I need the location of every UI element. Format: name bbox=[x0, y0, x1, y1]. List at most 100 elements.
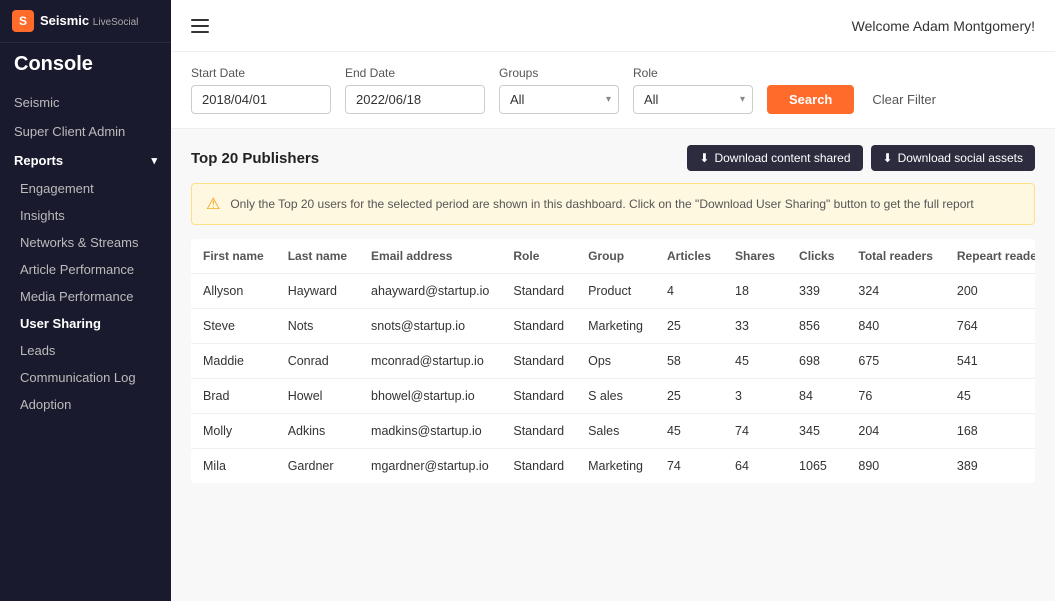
sidebar-item-networks-streams[interactable]: Networks & Streams bbox=[0, 229, 171, 256]
search-button[interactable]: Search bbox=[767, 85, 854, 114]
cell-repeat-readers: 389 bbox=[945, 449, 1035, 484]
sidebar-nav: Seismic Super Client Admin Reports ▾ Eng… bbox=[0, 84, 171, 601]
cell-email: snots@startup.io bbox=[359, 309, 501, 344]
cell-last-name: Howel bbox=[276, 379, 359, 414]
sidebar-item-reports[interactable]: Reports ▾ bbox=[0, 146, 171, 175]
hamburger-menu[interactable] bbox=[191, 19, 209, 33]
end-date-input[interactable] bbox=[345, 85, 485, 114]
sidebar-item-super-client-admin[interactable]: Super Client Admin bbox=[0, 117, 171, 146]
sidebar-item-insights[interactable]: Insights bbox=[0, 202, 171, 229]
cell-last-name: Adkins bbox=[276, 414, 359, 449]
cell-role: Standard bbox=[501, 274, 576, 309]
sidebar-item-engagement[interactable]: Engagement bbox=[0, 175, 171, 202]
cell-last-name: Gardner bbox=[276, 449, 359, 484]
cell-clicks: 856 bbox=[787, 309, 846, 344]
cell-total-readers: 890 bbox=[846, 449, 944, 484]
cell-role: Standard bbox=[501, 379, 576, 414]
cell-email: ahayward@startup.io bbox=[359, 274, 501, 309]
logo-area: S Seismic LiveSocial bbox=[0, 0, 171, 43]
cell-email: madkins@startup.io bbox=[359, 414, 501, 449]
cell-role: Standard bbox=[501, 414, 576, 449]
cell-last-name: Conrad bbox=[276, 344, 359, 379]
col-clicks: Clicks bbox=[787, 239, 846, 274]
table-row: MilaGardnermgardner@startup.ioStandardMa… bbox=[191, 449, 1035, 484]
console-title: Console bbox=[0, 43, 171, 84]
cell-repeat-readers: 764 bbox=[945, 309, 1035, 344]
table-header: First name Last name Email address Role … bbox=[191, 239, 1035, 274]
cell-group: Marketing bbox=[576, 449, 655, 484]
sidebar-item-article-performance[interactable]: Article Performance bbox=[0, 256, 171, 283]
sidebar-item-seismic[interactable]: Seismic bbox=[0, 88, 171, 117]
cell-total-readers: 675 bbox=[846, 344, 944, 379]
col-role: Role bbox=[501, 239, 576, 274]
groups-select[interactable]: All bbox=[499, 85, 619, 114]
sidebar-reports-label: Reports bbox=[14, 153, 63, 168]
sidebar-item-user-sharing[interactable]: User Sharing bbox=[0, 310, 171, 337]
cell-role: Standard bbox=[501, 449, 576, 484]
cell-group: Product bbox=[576, 274, 655, 309]
cell-clicks: 84 bbox=[787, 379, 846, 414]
groups-select-wrapper: All ▾ bbox=[499, 85, 619, 114]
warning-icon: ⚠ bbox=[206, 194, 220, 214]
sidebar-item-adoption[interactable]: Adoption bbox=[0, 391, 171, 418]
col-articles: Articles bbox=[655, 239, 723, 274]
top-publishers-label: Top 20 Publishers bbox=[191, 150, 319, 167]
cell-email: mconrad@startup.io bbox=[359, 344, 501, 379]
cell-clicks: 1065 bbox=[787, 449, 846, 484]
col-repeat-readers: Repeart readers bbox=[945, 239, 1035, 274]
cell-shares: 45 bbox=[723, 344, 787, 379]
sidebar-item-communication-log[interactable]: Communication Log bbox=[0, 364, 171, 391]
col-email: Email address bbox=[359, 239, 501, 274]
content-top-row: Top 20 Publishers ⬇ Download content sha… bbox=[191, 145, 1035, 171]
cell-first-name: Maddie bbox=[191, 344, 276, 379]
cell-group: Marketing bbox=[576, 309, 655, 344]
cell-clicks: 698 bbox=[787, 344, 846, 379]
cell-first-name: Steve bbox=[191, 309, 276, 344]
table-row: BradHowelbhowel@startup.ioStandardS ales… bbox=[191, 379, 1035, 414]
table-body: AllysonHaywardahayward@startup.ioStandar… bbox=[191, 274, 1035, 484]
cell-articles: 45 bbox=[655, 414, 723, 449]
download-content-label: Download content shared bbox=[714, 151, 850, 165]
welcome-message: Welcome Adam Montgomery! bbox=[852, 18, 1035, 34]
cell-first-name: Brad bbox=[191, 379, 276, 414]
main-content: Welcome Adam Montgomery! Start Date End … bbox=[171, 0, 1055, 601]
warning-text: Only the Top 20 users for the selected p… bbox=[230, 197, 973, 211]
download-social-button[interactable]: ⬇ Download social assets bbox=[871, 145, 1035, 171]
brand-name: Seismic LiveSocial bbox=[40, 13, 138, 29]
cell-group: Sales bbox=[576, 414, 655, 449]
cell-shares: 74 bbox=[723, 414, 787, 449]
cell-repeat-readers: 45 bbox=[945, 379, 1035, 414]
cell-total-readers: 324 bbox=[846, 274, 944, 309]
sidebar: S Seismic LiveSocial Console Seismic Sup… bbox=[0, 0, 171, 601]
publishers-table: First name Last name Email address Role … bbox=[191, 239, 1035, 483]
cell-shares: 18 bbox=[723, 274, 787, 309]
cell-group: Ops bbox=[576, 344, 655, 379]
download-content-icon: ⬇ bbox=[699, 151, 709, 165]
sidebar-seismic-label: Seismic bbox=[14, 95, 60, 110]
cell-last-name: Nots bbox=[276, 309, 359, 344]
top-bar: Welcome Adam Montgomery! bbox=[171, 0, 1055, 52]
table-header-row: First name Last name Email address Role … bbox=[191, 239, 1035, 274]
sidebar-item-leads[interactable]: Leads bbox=[0, 337, 171, 364]
download-content-button[interactable]: ⬇ Download content shared bbox=[687, 145, 862, 171]
role-select[interactable]: All bbox=[633, 85, 753, 114]
sidebar-item-media-performance[interactable]: Media Performance bbox=[0, 283, 171, 310]
cell-articles: 58 bbox=[655, 344, 723, 379]
chevron-down-icon: ▾ bbox=[151, 154, 157, 167]
cell-repeat-readers: 168 bbox=[945, 414, 1035, 449]
clear-filter-button[interactable]: Clear Filter bbox=[868, 85, 940, 114]
start-date-input[interactable] bbox=[191, 85, 331, 114]
cell-articles: 74 bbox=[655, 449, 723, 484]
cell-role: Standard bbox=[501, 344, 576, 379]
cell-last-name: Hayward bbox=[276, 274, 359, 309]
col-shares: Shares bbox=[723, 239, 787, 274]
cell-email: mgardner@startup.io bbox=[359, 449, 501, 484]
role-group: Role All ▾ bbox=[633, 66, 753, 114]
cell-first-name: Molly bbox=[191, 414, 276, 449]
cell-articles: 25 bbox=[655, 309, 723, 344]
role-select-wrapper: All ▾ bbox=[633, 85, 753, 114]
sidebar-super-client-label: Super Client Admin bbox=[14, 124, 125, 139]
table-row: AllysonHaywardahayward@startup.ioStandar… bbox=[191, 274, 1035, 309]
table-row: SteveNotssnots@startup.ioStandardMarketi… bbox=[191, 309, 1035, 344]
cell-shares: 64 bbox=[723, 449, 787, 484]
